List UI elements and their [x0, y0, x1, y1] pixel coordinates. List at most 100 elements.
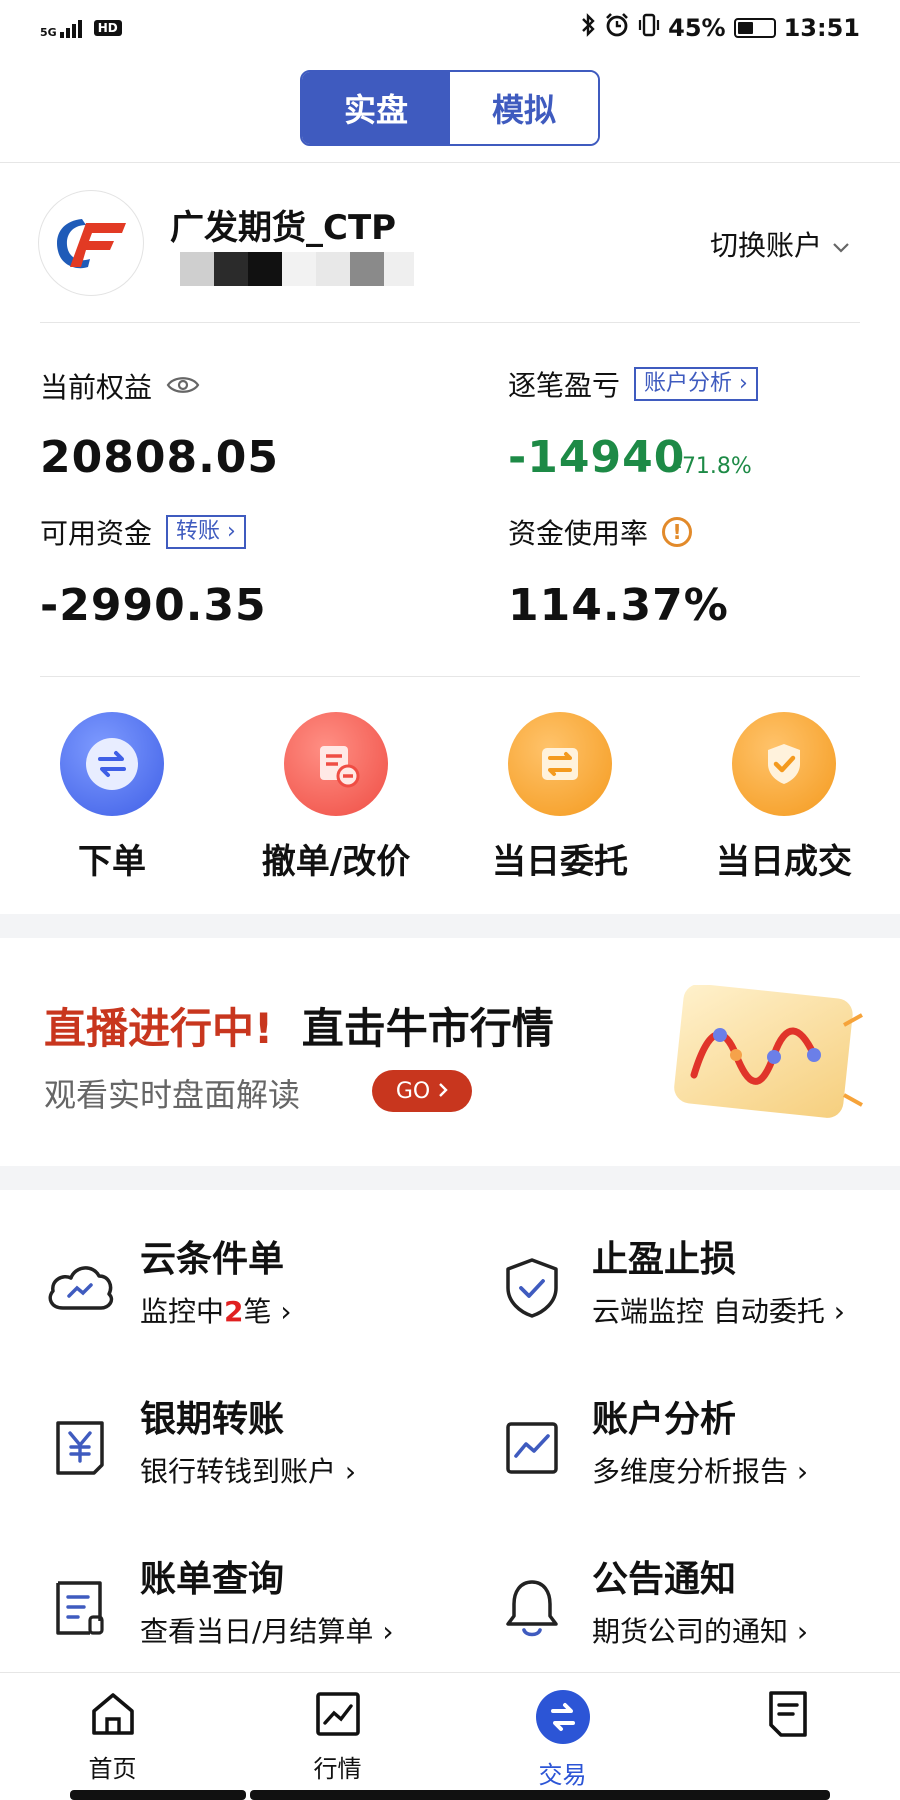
clock: 13:51 [783, 14, 860, 42]
function-subtitle-prefix: 监控中 [140, 1295, 225, 1328]
function-subtitle: 银行转钱到账户 › [140, 1455, 357, 1488]
usage-value: 114.37% [508, 580, 729, 631]
available-value: -2990.35 [40, 580, 267, 631]
function-subtitle: 查看当日/月结算单 › [140, 1615, 394, 1648]
statement-query[interactable]: 账单查询 查看当日/月结算单 › [44, 1550, 444, 1660]
equity-value: 20808.05 [40, 432, 280, 483]
hd-badge: HD [93, 20, 122, 36]
home-icon [88, 1689, 138, 1743]
signal-bars-icon [59, 18, 82, 38]
quick-action-label: 当日委托 [492, 842, 628, 882]
function-subtitle-text: 期货公司的通知 [592, 1615, 789, 1648]
banner-title-rest: 直击牛市行情 [301, 1004, 554, 1053]
nav-other[interactable] [675, 1673, 900, 1800]
usage-label: 资金使用率 [508, 517, 649, 550]
pnl-percent: -71.8% [674, 454, 752, 479]
function-subtitle-text: 多维度分析报告 [592, 1455, 789, 1488]
swap-icon [60, 712, 164, 816]
function-subtitle: 云端监控 自动委托 › [592, 1295, 846, 1328]
today-trades-button[interactable]: 当日成交 [694, 712, 874, 883]
pnl-label-row: 逐笔盈亏 账户分析 › [508, 364, 758, 404]
equity-label: 当前权益 [40, 371, 153, 404]
banner-subtitle: 观看实时盘面解读 [44, 1076, 301, 1114]
tab-live[interactable]: 实盘 [302, 72, 450, 144]
section-gap [0, 914, 900, 938]
bell-icon [496, 1572, 568, 1644]
cloud-conditional-order[interactable]: 云条件单 监控中2笔 › [44, 1230, 444, 1340]
broker-logo [38, 190, 144, 296]
usage-label-row: 资金使用率 ! [508, 512, 693, 552]
transfer-tag[interactable]: 转账 › [166, 515, 246, 549]
go-button-label: GO [395, 1078, 431, 1104]
banner-title: 直播进行中! 直击牛市行情 [44, 995, 554, 1056]
eye-icon[interactable] [166, 370, 200, 403]
available-label-row: 可用资金 转账 › [40, 512, 246, 552]
announcements[interactable]: 公告通知 期货公司的通知 › [496, 1550, 896, 1660]
chart-report-icon [496, 1412, 568, 1484]
bluetooth-icon [580, 13, 596, 43]
order-list-icon [508, 712, 612, 816]
switch-account-label: 切换账户 [710, 229, 823, 262]
divider [40, 322, 860, 323]
tab-simulation[interactable]: 模拟 [450, 72, 598, 144]
account-name: 广发期货_CTP [170, 208, 397, 248]
available-label: 可用资金 [40, 517, 153, 550]
monitoring-count: 2 [224, 1295, 244, 1328]
quick-action-label: 下单 [78, 842, 146, 882]
nav-label: 行情 [313, 1755, 362, 1783]
place-order-button[interactable]: 下单 [22, 712, 202, 883]
battery-percent: 45% [668, 14, 726, 42]
chevron-down-icon [832, 228, 850, 261]
function-subtitle-text: 银行转钱到账户 [140, 1455, 337, 1488]
function-subtitle: 监控中2笔 › [140, 1295, 292, 1328]
vibrate-icon [638, 12, 660, 44]
today-orders-button[interactable]: 当日委托 [470, 712, 650, 883]
function-title: 银期转账 [140, 1399, 285, 1440]
cancel-modify-button[interactable]: 撤单/改价 [246, 712, 426, 883]
divider [0, 162, 900, 163]
nav-home[interactable]: 首页 [0, 1673, 225, 1800]
cloud-chart-icon [44, 1252, 116, 1324]
status-bar: 5G HD 45% 13:51 [0, 0, 900, 56]
section-gap [0, 1166, 900, 1190]
switch-account-button[interactable]: 切换账户 [710, 224, 850, 264]
go-button[interactable]: GO [372, 1070, 472, 1112]
nav-label: 首页 [88, 1755, 137, 1783]
function-title: 公告通知 [592, 1559, 737, 1600]
shield-check-icon [496, 1252, 568, 1324]
account-analysis-tag-label: 账户分析 [644, 371, 733, 396]
bill-icon [44, 1572, 116, 1644]
pnl-value: -14940 [508, 432, 686, 483]
banner-title-highlight: 直播进行中! [44, 1004, 274, 1053]
bank-futures-transfer[interactable]: 银期转账 银行转钱到账户 › [44, 1390, 444, 1500]
take-profit-stop-loss[interactable]: 止盈止损 云端监控 自动委托 › [496, 1230, 896, 1340]
trade-icon [535, 1689, 591, 1749]
function-subtitle-text: 云端监控 自动委托 [592, 1295, 825, 1328]
function-subtitle: 多维度分析报告 › [592, 1455, 809, 1488]
shield-check-icon [732, 712, 836, 816]
pnl-label: 逐笔盈亏 [508, 369, 621, 402]
bottom-nav: 首页 行情 交易 [0, 1672, 900, 1800]
nav-market[interactable]: 行情 [225, 1673, 450, 1800]
quick-action-label: 撤单/改价 [261, 842, 411, 882]
function-title: 账单查询 [140, 1559, 285, 1600]
battery-icon [733, 18, 776, 38]
function-title: 账户分析 [592, 1399, 737, 1440]
quick-action-label: 当日成交 [716, 842, 852, 882]
gesture-bar [250, 1790, 830, 1800]
document-cancel-icon [284, 712, 388, 816]
chevron-right-icon [438, 1079, 448, 1104]
market-chart-icon [313, 1689, 363, 1743]
alarm-icon [604, 12, 630, 44]
account-analysis[interactable]: 账户分析 多维度分析报告 › [496, 1390, 896, 1500]
chart-illustration [664, 983, 864, 1125]
gesture-bar [70, 1790, 246, 1800]
signal-indicator: 5G [40, 18, 82, 38]
transfer-tag-label: 转账 [176, 519, 221, 544]
nav-trade[interactable]: 交易 [450, 1673, 675, 1800]
document-icon [763, 1689, 813, 1743]
yuan-transfer-icon [44, 1412, 116, 1484]
warning-icon[interactable]: ! [662, 517, 693, 547]
equity-label-row: 当前权益 [40, 366, 200, 406]
account-analysis-tag[interactable]: 账户分析 › [634, 367, 758, 401]
